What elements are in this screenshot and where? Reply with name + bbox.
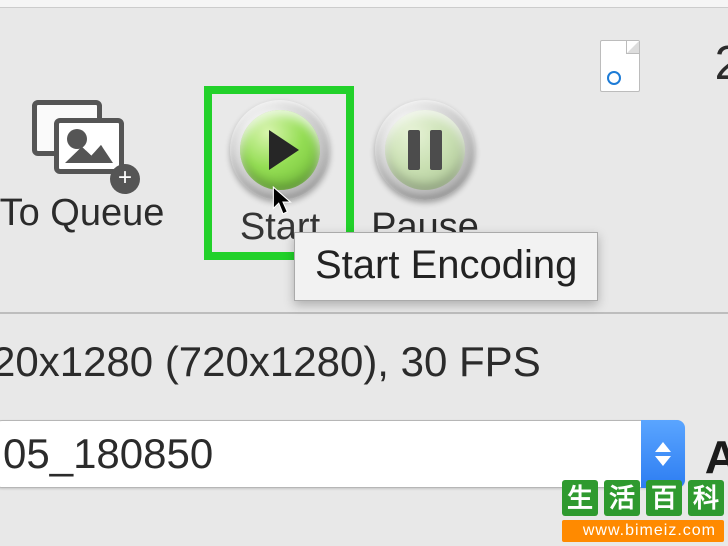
watermark-char: 生 [562,480,598,516]
divider [0,312,728,314]
quicktime-badge-icon [607,71,621,85]
watermark-char: 百 [646,480,682,516]
pause-button[interactable]: Pause [355,100,495,249]
stepper-icon[interactable] [641,420,685,488]
right-label-fragment: A [705,430,728,484]
watermark-char: 科 [688,480,724,516]
output-filename-combo[interactable]: 05_180850 [0,420,684,488]
output-filename-value: 05_180850 [3,430,213,478]
add-to-queue-icon: + [32,100,132,186]
play-icon [230,100,330,200]
document-file-icon [600,40,640,92]
file-name-fragment: 20 [715,36,728,91]
watermark-char: 活 [604,480,640,516]
plus-icon: + [110,164,140,194]
watermark-url: www.bimeiz.com [562,520,724,542]
pause-icon [375,100,475,200]
video-resolution-info: 20x1280 (720x1280), 30 FPS [0,338,541,386]
start-button[interactable]: Start [210,100,350,249]
start-tooltip: Start Encoding [294,232,598,301]
add-to-queue-button[interactable]: + To Queue [0,100,192,235]
window-titlebar [0,0,728,8]
cursor-icon [272,186,294,216]
site-watermark: 生 活 百 科 www.bimeiz.com [562,480,724,542]
add-to-queue-label: To Queue [0,192,192,235]
